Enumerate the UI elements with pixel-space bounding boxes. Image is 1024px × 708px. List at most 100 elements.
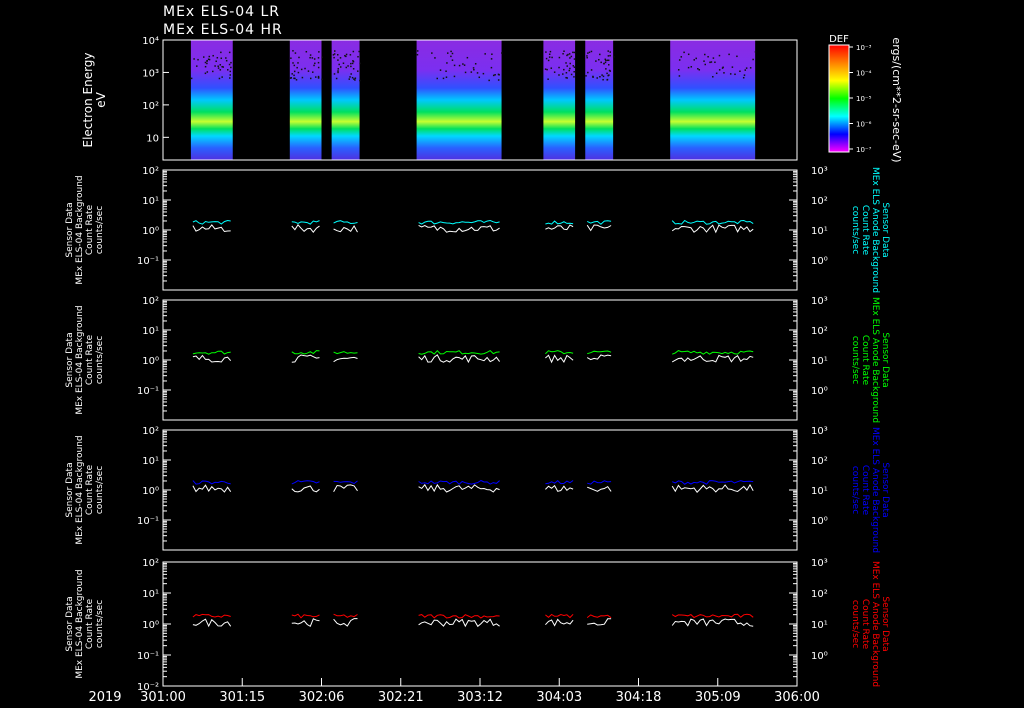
spectrogram-speckle bbox=[570, 55, 573, 58]
line-panel-y2tick-label: 10⁰ bbox=[811, 386, 828, 397]
spectrogram-speckle bbox=[712, 57, 715, 59]
spectrogram-speckle bbox=[734, 73, 736, 76]
series-line bbox=[291, 350, 320, 355]
series-line bbox=[418, 618, 500, 628]
spectrogram-speckle bbox=[598, 58, 600, 61]
series-line bbox=[587, 480, 612, 485]
series-line bbox=[333, 220, 358, 225]
spectrogram-speckle bbox=[606, 79, 608, 81]
series-line bbox=[333, 613, 358, 618]
spectrogram-speckle bbox=[337, 70, 339, 72]
line-panel-ytick-label: 10⁻¹ bbox=[137, 386, 159, 397]
time-tick-label: 303:12 bbox=[457, 690, 503, 705]
spectrogram-speckle bbox=[501, 52, 503, 54]
spectrogram-speckle bbox=[220, 57, 223, 60]
line-panel-ytick-label: 10² bbox=[142, 558, 159, 569]
spectrogram-speckle bbox=[291, 73, 293, 75]
spectrogram-speckle bbox=[473, 68, 475, 71]
spectrogram-speckle bbox=[608, 64, 610, 66]
series-line bbox=[192, 350, 231, 355]
spectrogram-speckle bbox=[490, 66, 493, 69]
spectrogram-speckle bbox=[339, 66, 342, 68]
spectrogram-speckle bbox=[321, 78, 323, 81]
spectrogram-speckle bbox=[229, 70, 232, 73]
spectrogram-speckle bbox=[313, 58, 316, 60]
series-line bbox=[586, 354, 612, 361]
spectrogram-speckle bbox=[553, 71, 556, 73]
spectrogram-speckle bbox=[314, 76, 317, 78]
series-line bbox=[192, 484, 232, 493]
spectrogram-ytick-label: 10³ bbox=[142, 68, 159, 79]
spectrogram-speckle bbox=[569, 67, 571, 70]
spectrogram-speckle bbox=[347, 65, 349, 67]
spectrogram-speckle bbox=[350, 62, 352, 65]
spectrogram-speckle bbox=[222, 66, 224, 68]
colorbar-tick-label: 10⁻⁴ bbox=[856, 70, 872, 78]
line-panel-y2tick-label: 10⁰ bbox=[811, 651, 828, 662]
spectrogram-speckle bbox=[335, 77, 338, 80]
spectrogram-speckle bbox=[687, 53, 690, 56]
spectrogram-speckle bbox=[359, 79, 361, 82]
spectrogram-speckle bbox=[596, 77, 598, 79]
series-line bbox=[545, 354, 574, 364]
spectrogram-speckle bbox=[599, 76, 601, 78]
series-line bbox=[671, 224, 754, 234]
spectrogram-speckle bbox=[304, 67, 306, 70]
series-line bbox=[418, 354, 501, 364]
series-line bbox=[587, 485, 612, 492]
spectrogram-speckle bbox=[488, 79, 490, 82]
spectrogram-speckle bbox=[704, 63, 706, 66]
spectrogram-speckle bbox=[311, 57, 314, 59]
spectrogram-speckle bbox=[547, 59, 550, 62]
spectrogram-speckle bbox=[318, 51, 320, 53]
spectrogram-speckle bbox=[206, 62, 208, 65]
spectrogram-speckle bbox=[573, 58, 576, 60]
spectrogram-speckle bbox=[690, 66, 693, 68]
spectrogram-speckle bbox=[586, 56, 588, 59]
series-line bbox=[545, 613, 574, 619]
spectrogram-speckle bbox=[590, 50, 593, 53]
series-line bbox=[545, 484, 574, 492]
spectrogram-speckle bbox=[607, 55, 610, 57]
line-panel-y2label: Sensor DataMEx ELS Anode BackgroundCount… bbox=[850, 427, 890, 553]
spectrogram-speckle bbox=[218, 77, 221, 80]
spectrogram-speckle bbox=[548, 56, 551, 58]
spectrogram-speckle bbox=[683, 51, 685, 54]
series-line bbox=[545, 220, 574, 225]
spectrogram-speckle bbox=[458, 64, 461, 67]
spectrogram-speckle bbox=[718, 54, 721, 57]
spectrogram-speckle bbox=[300, 68, 303, 71]
spectrogram-speckle bbox=[221, 76, 223, 78]
line-panel-y2tick-label: 10¹ bbox=[811, 356, 828, 367]
spectrogram-speckle bbox=[565, 72, 568, 74]
spectrogram-speckle bbox=[293, 74, 295, 77]
spectrogram-speckle bbox=[572, 65, 575, 67]
spectrogram-speckle bbox=[434, 57, 436, 59]
spectrogram-speckle bbox=[595, 60, 597, 62]
line-panel-ytick-label: 10² bbox=[142, 426, 159, 437]
spectrogram-ytick-label: 10 bbox=[146, 133, 159, 144]
spectrogram-speckle bbox=[357, 55, 359, 58]
spectrogram-interval bbox=[416, 40, 502, 160]
spectrogram-speckle bbox=[296, 66, 298, 69]
spectrogram-speckle bbox=[602, 75, 605, 78]
line-panel-y2tick-label: 10¹ bbox=[811, 486, 828, 497]
line-panel-ytick-label: 10⁻¹ bbox=[137, 651, 159, 662]
line-panel-ytick-label: 10¹ bbox=[142, 589, 159, 600]
spectrogram-speckle bbox=[482, 72, 485, 75]
spectrogram-speckle bbox=[566, 77, 568, 79]
series-line bbox=[192, 354, 232, 363]
spectrogram-speckle bbox=[745, 67, 748, 69]
spectrogram-ytick-label: 10⁴ bbox=[142, 36, 159, 47]
spectrogram-speckle bbox=[349, 76, 351, 78]
spectrogram-speckle bbox=[754, 51, 757, 53]
colorbar-tick-label: 10⁻⁶ bbox=[856, 121, 872, 129]
spectrogram-speckle bbox=[359, 62, 361, 65]
spectrogram-speckle bbox=[358, 50, 360, 53]
spectrogram-speckle bbox=[351, 62, 354, 65]
time-tick-label: 306:00 bbox=[774, 690, 820, 705]
series-line bbox=[192, 480, 231, 485]
spectrogram-speckle bbox=[352, 68, 355, 70]
line-panel-ytick-label: 10¹ bbox=[142, 456, 159, 467]
spectrogram-speckle bbox=[558, 66, 560, 69]
